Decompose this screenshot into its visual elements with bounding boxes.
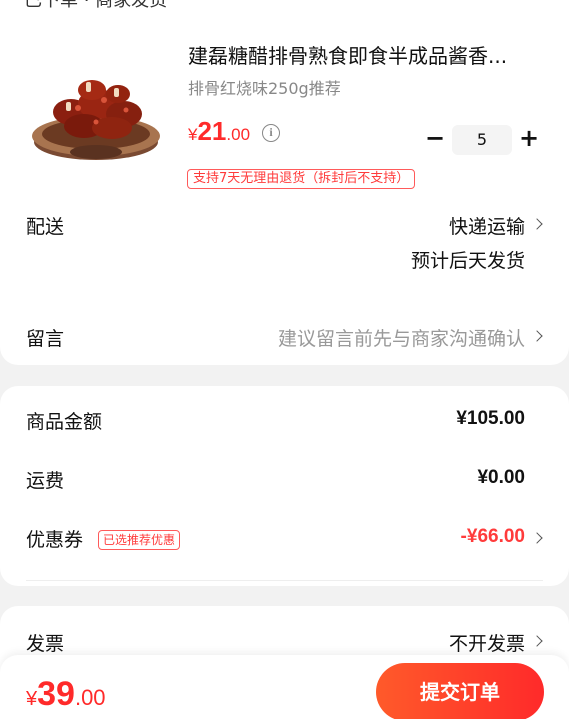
coupon-value[interactable]: -¥66.00: [461, 526, 525, 548]
total-integer: 39: [37, 675, 75, 713]
total-symbol: ¥: [26, 688, 38, 710]
coupon-recommended-tag: 已选推荐优惠: [98, 530, 181, 550]
goods-amount-value: ¥105.00: [456, 408, 525, 429]
quantity-minus-button[interactable]: −: [424, 126, 446, 150]
unit-price: ¥21.00: [188, 116, 250, 147]
delivery-chevron-icon[interactable]: [531, 218, 543, 230]
message-label: 留言: [26, 328, 65, 350]
delivery-method[interactable]: 快递运输: [449, 212, 525, 239]
product-title[interactable]: 建磊糖醋排骨熟食即食半成品酱香...: [188, 40, 538, 69]
submit-order-button[interactable]: 提交订单: [376, 663, 544, 719]
price-decimal: .00: [226, 125, 251, 144]
order-confirm-page: 已下单 · 商家发货 建磊糖醋排骨熟食即食半成品酱香... 排骨红烧味250g推…: [0, 0, 569, 719]
total-price: ¥39.00: [26, 675, 106, 714]
message-chevron-icon[interactable]: [531, 330, 543, 342]
shipping-label: 运费: [26, 470, 65, 492]
product-spec[interactable]: 排骨红烧味250g推荐: [188, 75, 341, 99]
shipping-value: ¥0.00: [477, 467, 525, 488]
quantity-plus-button[interactable]: +: [518, 126, 540, 150]
delivery-estimate: 预计后天发货: [410, 250, 525, 272]
delivery-label: 配送: [26, 216, 65, 238]
info-icon[interactable]: i: [262, 124, 280, 142]
return-policy-badge: 支持7天无理由退货（拆封后不支持）: [187, 169, 416, 189]
coupon-label: 优惠券: [26, 529, 84, 551]
price-integer: 21: [197, 116, 227, 146]
quantity-input[interactable]: 5: [452, 125, 512, 155]
header-partial-text: 已下单 · 商家发货: [24, 0, 168, 11]
invoice-label: 发票: [26, 633, 65, 655]
message-input[interactable]: 建议留言前先与商家沟通确认: [278, 324, 525, 351]
product-image[interactable]: [26, 52, 166, 162]
invoice-value[interactable]: 不开发票: [449, 629, 525, 656]
goods-amount-label: 商品金额: [26, 411, 103, 433]
divider: [26, 580, 543, 581]
total-decimal: .00: [74, 685, 106, 710]
product-card: 已下单 · 商家发货 建磊糖醋排骨熟食即食半成品酱香... 排骨红烧味250g推…: [0, 0, 569, 365]
